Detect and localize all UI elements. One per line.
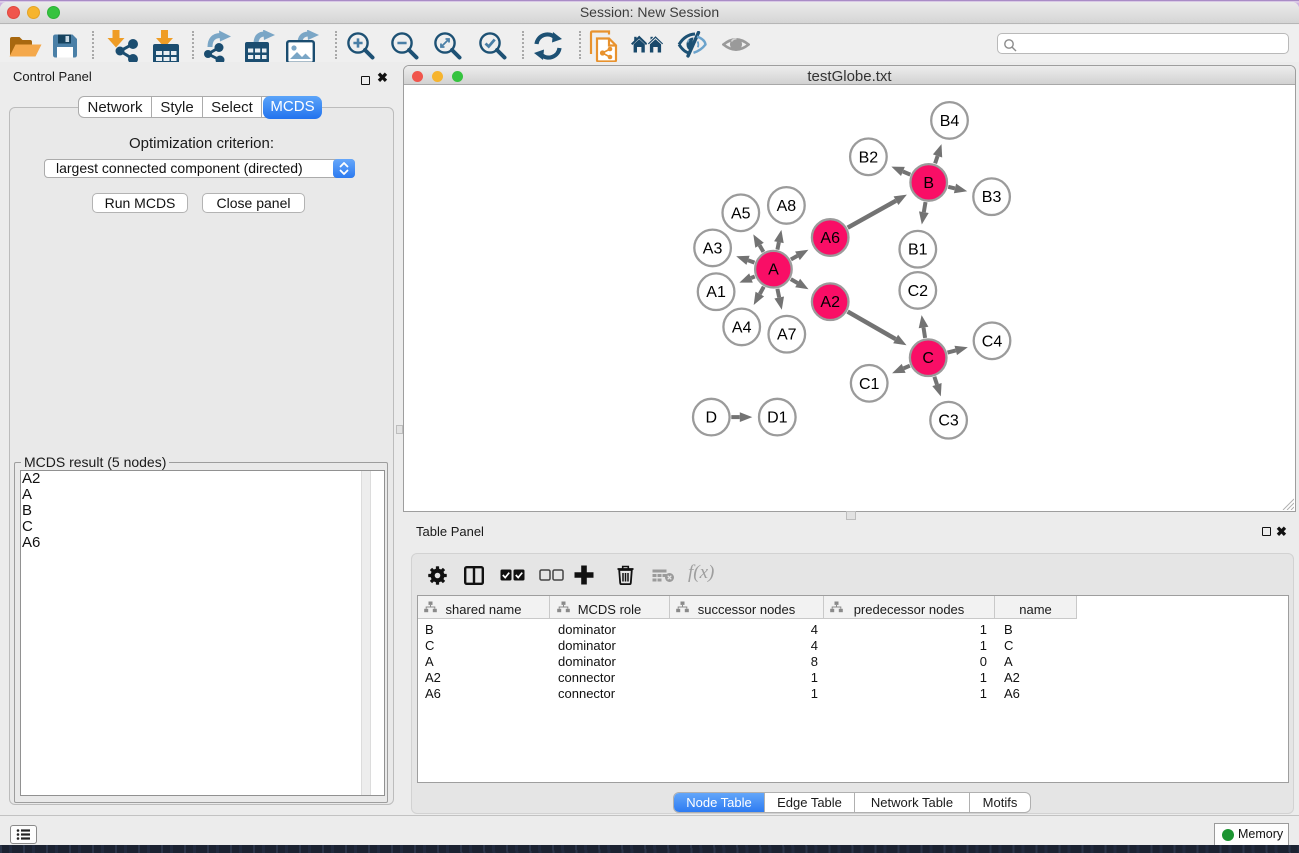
svg-text:A6: A6 [820,230,840,247]
svg-text:A4: A4 [732,319,752,336]
svg-text:B3: B3 [982,189,1002,206]
svg-text:D1: D1 [767,410,788,427]
svg-text:A1: A1 [706,284,726,301]
svg-text:B: B [923,175,934,192]
svg-text:A: A [768,262,779,279]
svg-text:C2: C2 [908,283,929,300]
svg-text:B1: B1 [908,242,928,259]
svg-text:D: D [706,410,718,427]
svg-text:B4: B4 [940,113,960,130]
svg-text:A7: A7 [777,327,797,344]
svg-text:A2: A2 [820,294,840,311]
svg-text:C: C [922,350,934,367]
svg-text:A5: A5 [731,205,751,222]
svg-text:C4: C4 [982,333,1003,350]
svg-text:B2: B2 [859,149,879,166]
svg-text:C1: C1 [859,376,880,393]
svg-text:C3: C3 [938,413,959,430]
svg-text:A3: A3 [703,240,723,257]
svg-text:A8: A8 [777,198,797,215]
